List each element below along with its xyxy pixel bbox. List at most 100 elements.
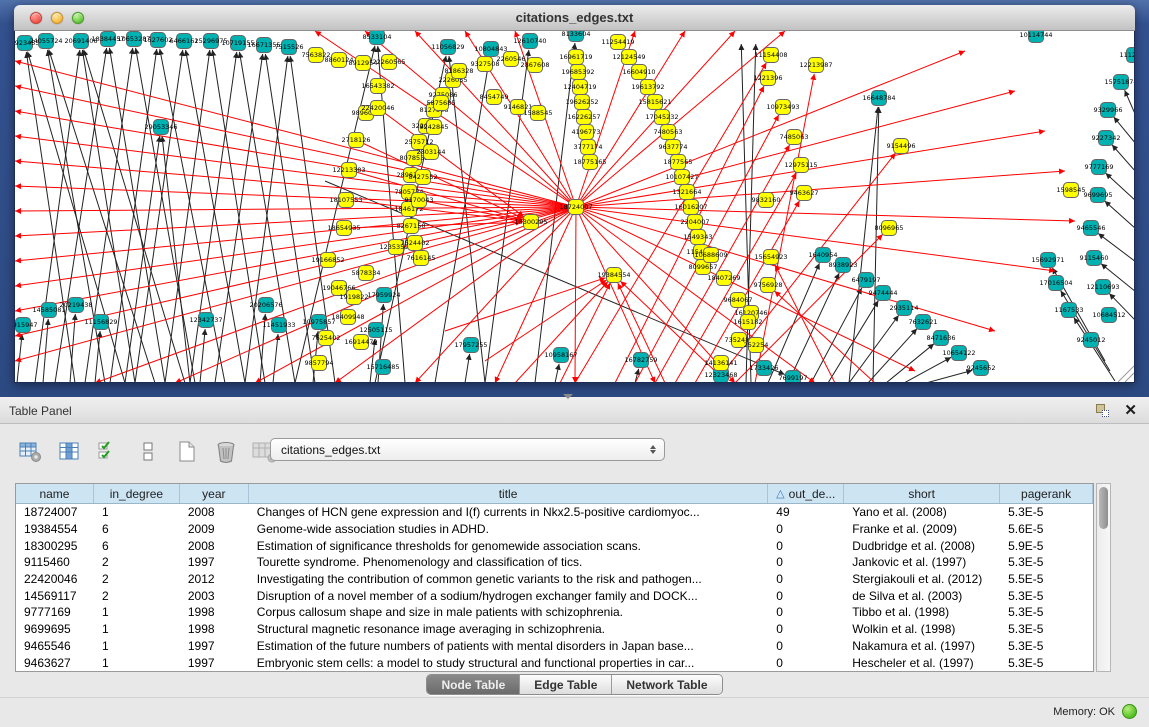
tab-edge-table[interactable]: Edge Table (520, 675, 612, 694)
graph-edge[interactable] (560, 283, 610, 383)
graph-edge[interactable] (15, 207, 576, 286)
graph-edge[interactable] (886, 344, 934, 383)
graph-node-label: 19384554 (597, 271, 630, 279)
table-row[interactable]: 946554611997Estimation of the future num… (16, 638, 1093, 655)
table-row[interactable]: 1830029562008Estimation of significance … (16, 537, 1093, 554)
network-graph[interactable]: 8923453240557242069140618384457106532871… (15, 31, 1135, 383)
float-panel-icon-square-small (1102, 410, 1109, 417)
graph-node-label: 22260565 (372, 58, 405, 66)
graph-edge[interactable] (245, 56, 288, 383)
graph-node-label: 7515526 (275, 43, 304, 51)
graph-node-label: 9242845 (420, 123, 449, 131)
row-merge-icon[interactable] (135, 440, 161, 464)
graph-edge[interactable] (165, 50, 210, 383)
table-row[interactable]: 977716911998Corpus callosum shape and si… (16, 604, 1093, 621)
graph-edge[interactable] (15, 61, 576, 207)
cell-out_degree: 0 (768, 639, 844, 653)
graph-edge[interactable] (85, 48, 133, 383)
graph-edge[interactable] (200, 329, 205, 383)
graph-edge[interactable] (1105, 201, 1135, 229)
graph-edge[interactable] (48, 50, 105, 383)
column-header-pagerank[interactable]: pagerank (1000, 484, 1093, 503)
column-header-title[interactable]: title (249, 484, 769, 503)
graph-edge[interactable] (445, 278, 605, 331)
graph-node-label: 22420046 (361, 104, 394, 112)
panel-divider-handle[interactable] (563, 394, 573, 399)
column-header-in_degree[interactable]: in_degree (94, 484, 180, 503)
cell-in_degree: 2 (94, 572, 180, 586)
table-selector-dropdown[interactable]: citations_edges.txt (270, 438, 665, 461)
graph-edge[interactable] (788, 273, 839, 383)
graph-node-label: 17957255 (454, 341, 487, 349)
column-header-year[interactable]: year (180, 484, 249, 503)
graph-edge[interactable] (15, 161, 576, 207)
select-rows-icon[interactable] (96, 440, 122, 464)
column-header-name[interactable]: name (16, 484, 94, 503)
scrollbar-thumb[interactable] (1099, 487, 1108, 529)
graph-edge[interactable] (265, 54, 315, 383)
graph-node-label: 10688609 (694, 251, 727, 259)
cell-year: 2008 (180, 539, 249, 553)
graph-node-label: 12213987 (799, 61, 832, 69)
cell-title: Estimation of significance thresholds fo… (249, 539, 769, 553)
graph-edge[interactable] (135, 50, 183, 383)
graph-edge[interactable] (15, 207, 576, 236)
panel-title: Table Panel (9, 404, 72, 418)
table-row[interactable]: 969969511998Structural magnetic resonanc… (16, 621, 1093, 638)
graph-edge[interactable] (1074, 318, 1115, 381)
graph-edge[interactable] (70, 314, 75, 383)
graph-node-label: 2718126 (342, 136, 371, 144)
tab-network-table[interactable]: Network Table (612, 675, 721, 694)
graph-edge[interactable] (926, 370, 972, 383)
graph-edge[interactable] (215, 54, 263, 383)
table-row[interactable]: 2242004622012Investigating the contribut… (16, 571, 1093, 588)
table-header-row: namein_degreeyeartitle△out_de...shortpag… (16, 484, 1093, 504)
graph-edge[interactable] (1112, 145, 1135, 172)
graph-edge[interactable] (635, 369, 639, 383)
graph-edge[interactable] (868, 329, 917, 383)
graph-node-label: 6479197 (852, 276, 881, 284)
close-panel-icon[interactable]: ✕ (1124, 401, 1137, 419)
graph-edge[interactable] (555, 364, 559, 383)
graph-node-label: 9245652 (967, 364, 996, 372)
graph-edge[interactable] (136, 48, 195, 383)
graph-edge[interactable] (1125, 90, 1135, 116)
graph-edge[interactable] (904, 357, 951, 383)
column-header-short[interactable]: short (844, 484, 1000, 503)
graph-edge[interactable] (273, 334, 278, 383)
table-row[interactable]: 911546021997Tourette syndrome. Phenomeno… (16, 554, 1093, 571)
graph-edge[interactable] (239, 52, 295, 383)
graph-edge[interactable] (26, 52, 75, 383)
graph-edge[interactable] (17, 334, 22, 383)
table-vertical-scrollbar[interactable] (1096, 483, 1111, 672)
memory-status-indicator[interactable] (1122, 704, 1137, 719)
new-column-icon[interactable] (174, 440, 200, 464)
table-row[interactable]: 1938455462009Genome-wide association stu… (16, 521, 1093, 538)
graph-edge[interactable] (715, 382, 716, 383)
table-row[interactable]: 946362711997Embryonic stem cells: a mode… (16, 654, 1093, 671)
tab-node-table[interactable]: Node Table (427, 675, 520, 694)
graph-edge[interactable] (1118, 366, 1134, 382)
graph-edge[interactable] (415, 31, 576, 207)
cell-year: 1998 (180, 605, 249, 619)
table-row[interactable]: 1456911722003Disruption of a novel membe… (16, 587, 1093, 604)
delete-column-icon[interactable] (213, 440, 239, 464)
graph-edge[interactable] (55, 48, 107, 383)
cell-name: 9699695 (16, 622, 94, 636)
graph-edge[interactable] (828, 301, 878, 383)
graph-edge[interactable] (775, 265, 835, 383)
graph-edge[interactable] (15, 207, 576, 311)
graph-edge[interactable] (465, 354, 470, 383)
graph-edge[interactable] (576, 207, 1075, 221)
column-header-out_degree[interactable]: △out_de... (768, 484, 844, 503)
float-panel-icon[interactable] (1096, 404, 1109, 417)
graph-edge[interactable] (576, 171, 1065, 207)
show-columns-icon[interactable] (57, 440, 83, 464)
table-mode-icon[interactable] (18, 440, 44, 464)
graph-edge[interactable] (49, 50, 155, 383)
cell-short: Stergiakouli et al. (2012) (844, 572, 1000, 586)
network-canvas[interactable]: 8923453240557242069140618384457106532871… (14, 31, 1135, 383)
graph-edge[interactable] (515, 282, 608, 383)
window-titlebar[interactable]: citations_edges.txt (14, 5, 1135, 31)
table-row[interactable]: 1872400712008Changes of HCN gene express… (16, 504, 1093, 521)
